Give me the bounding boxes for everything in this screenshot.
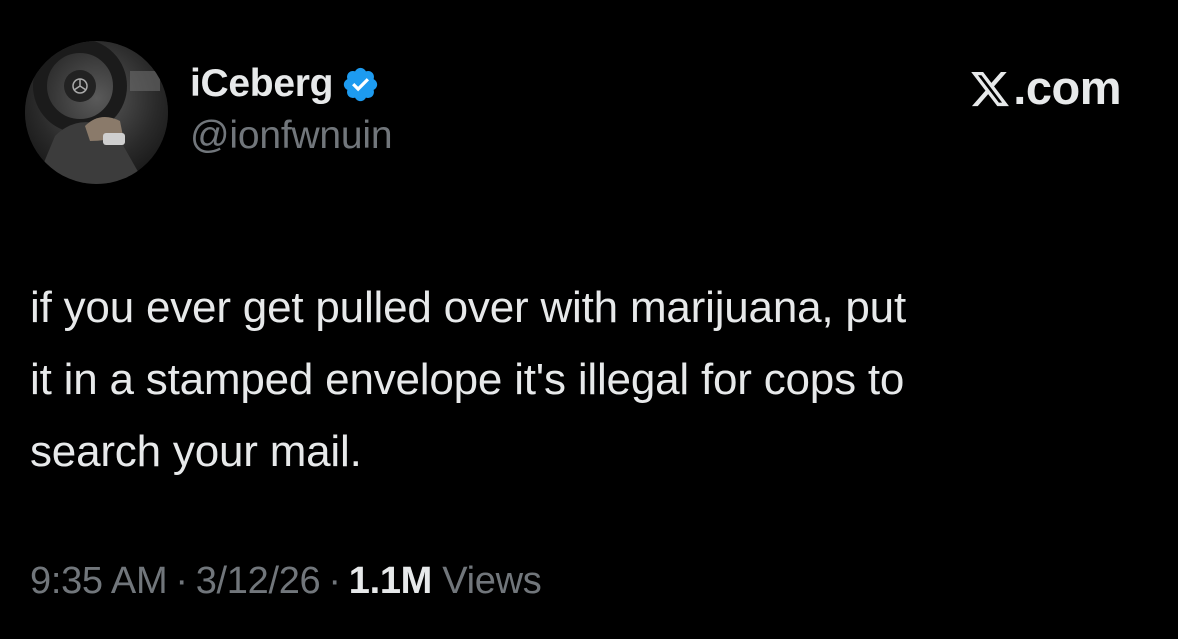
avatar-photo-icon: [25, 41, 168, 184]
author-display-name[interactable]: iCeberg: [190, 62, 333, 106]
views-count[interactable]: 1.1M: [349, 560, 433, 602]
tweet-meta: 9:35 AM · 3/12/26 · 1.1M Views: [30, 560, 542, 603]
verified-badge-icon: [341, 65, 380, 104]
tweet-text: if you ever get pulled over with marijua…: [30, 272, 1140, 488]
tweet-card: iCeberg @ionfwnuin .com if you ever get …: [0, 0, 1178, 639]
author-avatar[interactable]: [25, 41, 168, 184]
views-label[interactable]: Views: [442, 560, 541, 602]
brand-domain-text: .com: [1013, 60, 1121, 114]
author-handle[interactable]: @ionfwnuin: [190, 114, 393, 158]
tweet-date[interactable]: 3/12/26: [196, 560, 321, 602]
meta-separator: ·: [175, 560, 188, 602]
x-logo-icon: [969, 66, 1011, 108]
tweet-text-line: if you ever get pulled over with marijua…: [30, 283, 906, 332]
tweet-text-line: it in a stamped envelope it's illegal fo…: [30, 355, 905, 404]
tweet-time[interactable]: 9:35 AM: [30, 560, 168, 602]
tweet-text-line: search your mail.: [30, 427, 362, 476]
author-header: iCeberg @ionfwnuin: [190, 58, 393, 158]
name-row: iCeberg: [190, 58, 392, 110]
brand-label: .com: [969, 58, 1121, 116]
meta-separator: ·: [328, 560, 341, 602]
